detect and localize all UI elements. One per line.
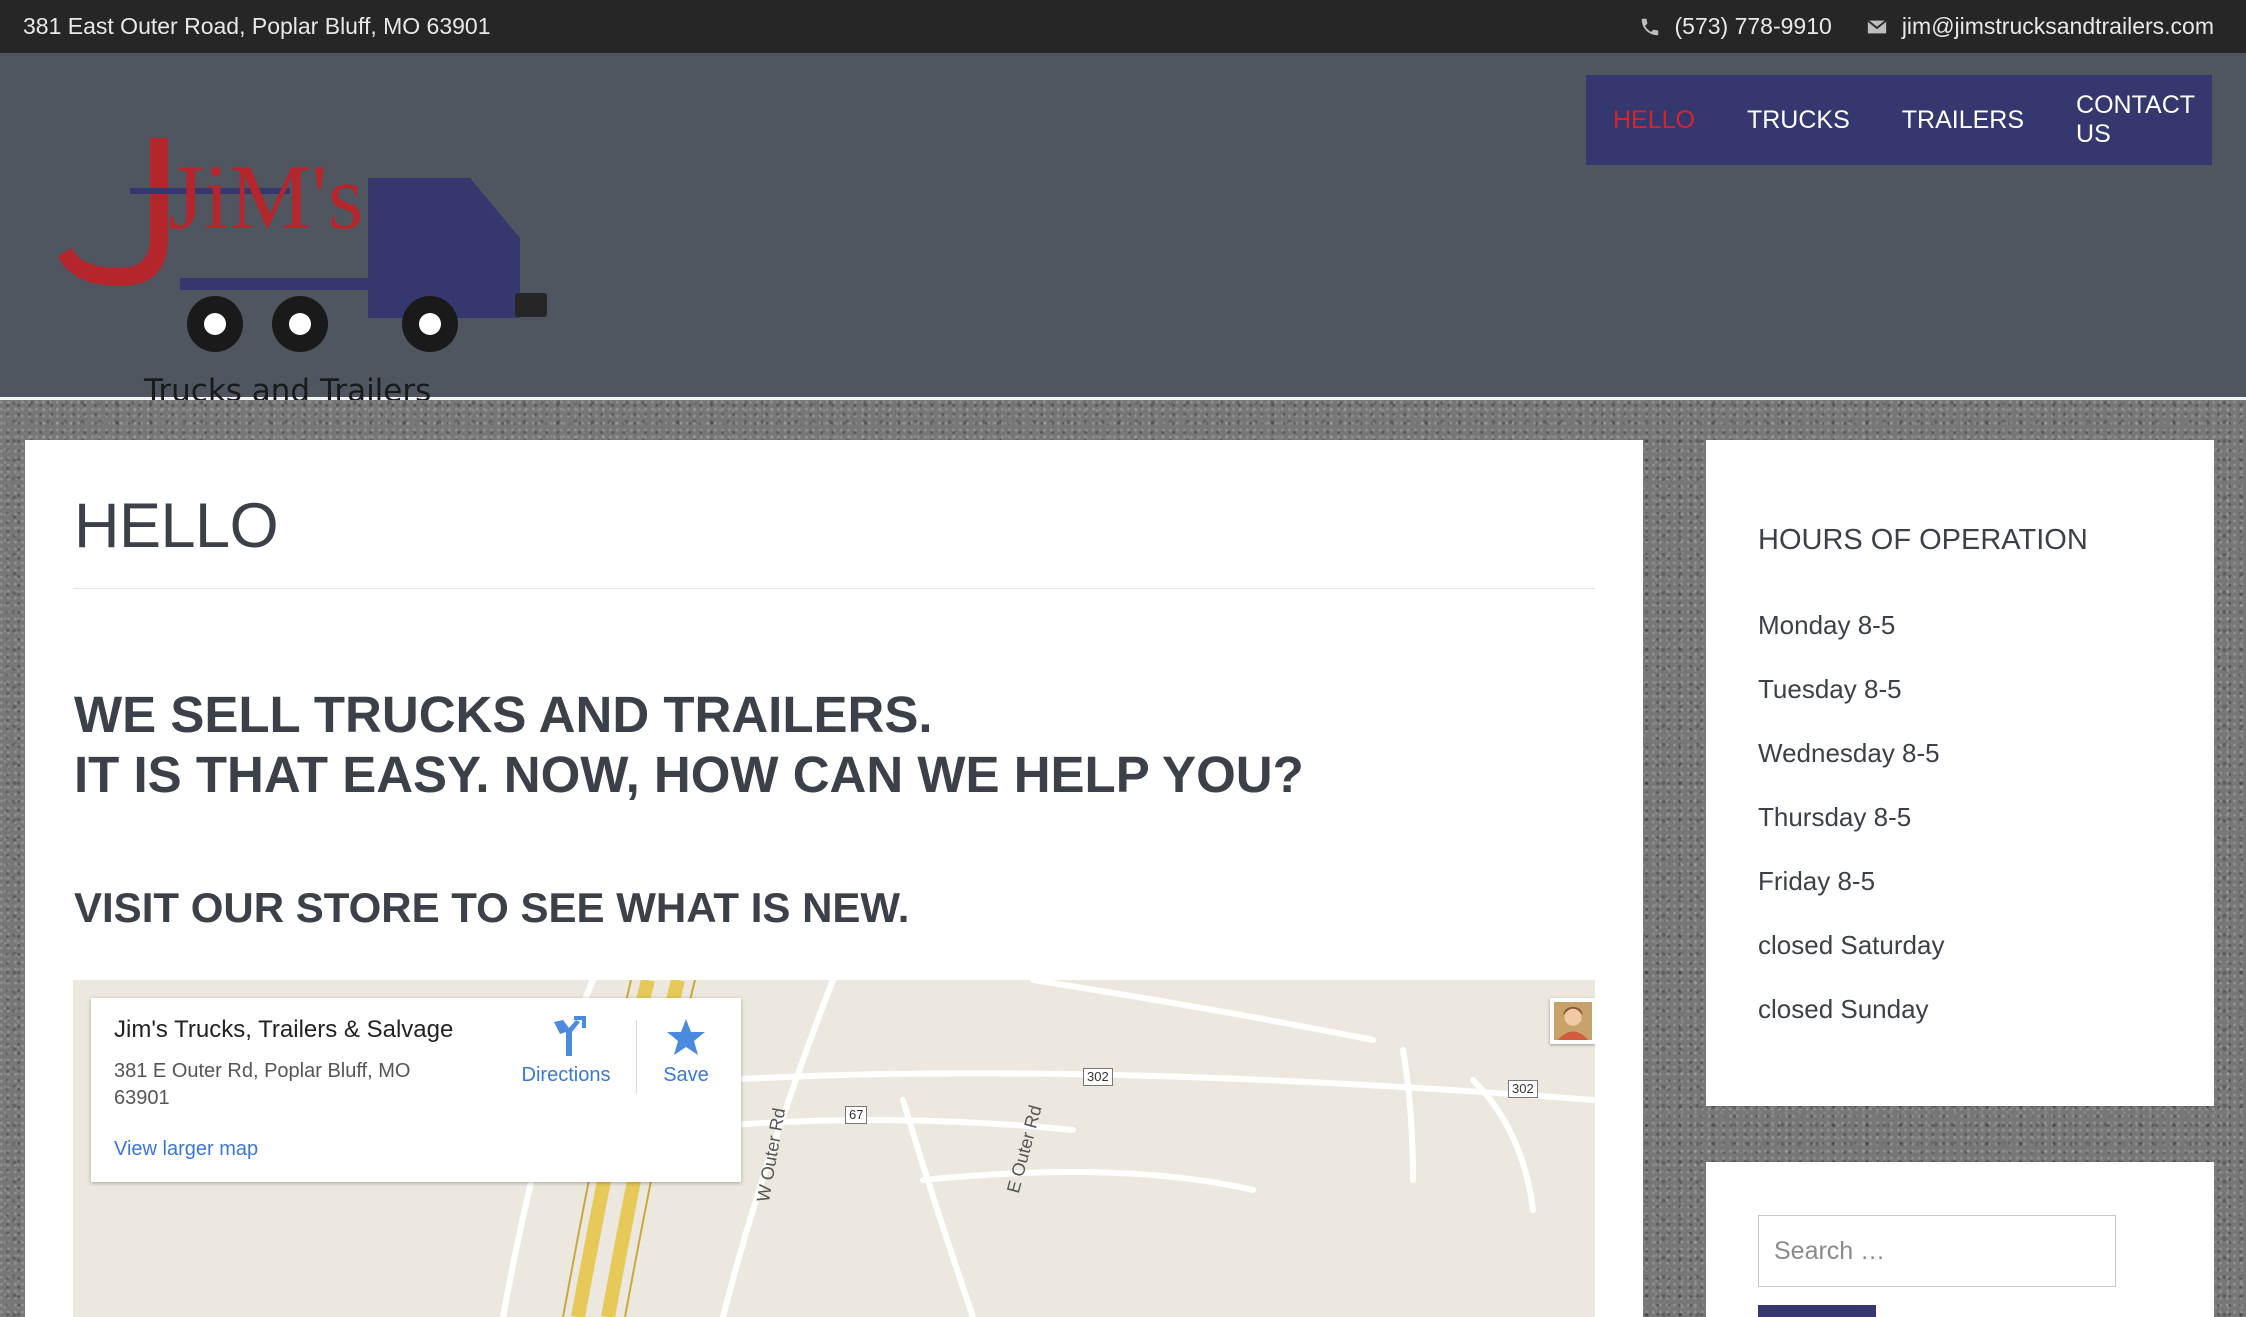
title-divider [73,588,1595,589]
top-bar-email[interactable]: jim@jimstrucksandtrailers.com [1902,0,2214,53]
hours-list: Monday 8-5 Tuesday 8-5 Wednesday 8-5 Thu… [1758,610,1944,1058]
logo-main-text: JiM's [168,146,364,248]
envelope-icon [1866,16,1888,38]
save-label: Save [663,1064,709,1086]
hours-title: HOURS OF OPERATION [1758,524,2088,556]
main-nav: HELLO TRUCKS TRAILERS CONTACT US [1586,75,2212,165]
hours-item: Friday 8-5 [1758,866,1876,896]
top-bar-address: 381 East Outer Road, Poplar Bluff, MO 63… [23,13,491,39]
hours-item: closed Sunday [1758,994,1929,1024]
main-content: HELLO WE SELL TRUCKS AND TRAILERS. IT IS… [25,440,1643,1317]
view-larger-map-link[interactable]: View larger map [114,1138,258,1161]
save-button[interactable]: Save [651,1016,721,1087]
headline-line-1: WE SELL TRUCKS AND TRAILERS. [74,686,933,743]
hours-widget: HOURS OF OPERATION Monday 8-5 Tuesday 8-… [1706,440,2214,1106]
directions-button[interactable]: Directions [511,1016,621,1087]
page-title: HELLO [74,491,279,561]
nav-item-trailers[interactable]: TRAILERS [1876,106,2050,135]
phone-icon [1639,16,1661,38]
hours-item: Monday 8-5 [1758,610,1896,640]
search-widget [1706,1162,2214,1317]
search-input[interactable] [1758,1215,2116,1287]
site-header: JiM's Trucks and Trailers HELLO TRUCKS T… [0,53,2246,409]
hours-item: Wednesday 8-5 [1758,738,1940,768]
route-shield: 302 [1508,1080,1538,1098]
map-place-address: 381 E Outer Rd, Poplar Bluff, MO 63901 [114,1060,411,1109]
hours-item: Tuesday 8-5 [1758,674,1902,704]
search-button[interactable] [1758,1305,1876,1317]
headline: WE SELL TRUCKS AND TRAILERS. IT IS THAT … [74,685,1304,805]
map-place-card: Jim's Trucks, Trailers & Salvage 381 E O… [91,998,741,1182]
user-avatar[interactable] [1550,998,1595,1044]
embedded-map[interactable]: 67 302 302 W Outer Rd E Outer Rd Jim's T… [73,980,1595,1317]
top-bar-contact: (573) 778-9910 jim@jimstrucksandtrailers… [1639,0,2214,53]
top-bar: 381 East Outer Road, Poplar Bluff, MO 63… [0,0,2246,53]
headline-line-2: IT IS THAT EASY. NOW, HOW CAN WE HELP YO… [74,746,1304,803]
nav-item-hello[interactable]: HELLO [1613,106,1721,135]
card-divider [636,1020,637,1094]
nav-item-contact-us[interactable]: CONTACT US [2050,91,2221,149]
hours-item: Thursday 8-5 [1758,802,1912,832]
top-bar-phone[interactable]: (573) 778-9910 [1675,0,1832,53]
hours-item: closed Saturday [1758,930,1945,960]
star-icon [666,1016,706,1058]
nav-item-trucks[interactable]: TRUCKS [1721,106,1876,135]
subheading: VISIT OUR STORE TO SEE WHAT IS NEW. [74,884,910,931]
site-logo[interactable]: JiM's Trucks and Trailers [50,128,550,413]
map-place-name: Jim's Trucks, Trailers & Salvage [114,1016,454,1043]
directions-label: Directions [521,1064,611,1086]
route-shield: 302 [1083,1068,1113,1086]
route-shield: 67 [845,1106,868,1124]
directions-icon [546,1016,586,1058]
